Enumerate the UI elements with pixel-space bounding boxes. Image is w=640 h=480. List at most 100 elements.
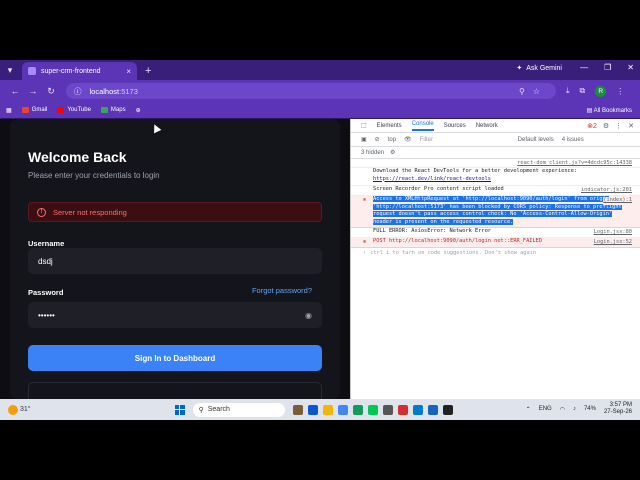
browser-tab[interactable]: super-crm-frontend × [22, 62, 137, 80]
taskbar: 31° ⚲ Search ⌃ ENG ◠ ♪ 74% 3:57 PM 27-Se… [0, 399, 640, 420]
inspect-icon[interactable]: ⬚ [361, 122, 367, 129]
toolbar-right: ⤓ ⧉ R ⋮ [566, 85, 624, 97]
address-bar[interactable]: ⓘ localhost:5173 ⚲☆ [66, 83, 556, 99]
log-source[interactable]: react-dom_client.js?v=4dcdc95c:14338 [517, 160, 632, 168]
context-select[interactable]: top [388, 137, 396, 143]
app-icon[interactable] [382, 404, 393, 415]
app-icon[interactable] [292, 404, 303, 415]
settings-gear-icon[interactable]: ⚙ [603, 122, 609, 130]
prompt-hint: ctrl i to turn on code suggestions. Don'… [370, 250, 537, 256]
console-toolbar: ▣ ⊘ top 👁 Filter Default levels 4 issues [351, 133, 640, 147]
app-icon[interactable] [442, 404, 453, 415]
url-host: localhost [89, 86, 120, 96]
chrome-icon[interactable] [337, 404, 348, 415]
close-tab-icon[interactable]: × [126, 67, 131, 76]
taskbar-apps [292, 404, 453, 415]
bookmarks-bar: ▦ Gmail YouTube Maps ⊕ ▤ All Bookmarks [0, 102, 640, 118]
menu-kebab-icon[interactable]: ⋮ [616, 87, 624, 96]
language-indicator[interactable]: ENG [539, 406, 552, 412]
close-window-icon[interactable]: ✕ [627, 63, 634, 72]
app-icon[interactable] [352, 404, 363, 415]
tab-elements[interactable]: Elements [377, 123, 402, 129]
clear-console-icon[interactable]: ⊘ [375, 136, 380, 143]
gemini-icon: ✦ [516, 65, 523, 72]
password-field[interactable]: •••••• ◉ [28, 302, 322, 328]
bookmark-maps[interactable]: Maps [100, 107, 126, 113]
windows-start-icon[interactable] [174, 404, 185, 415]
tab-console[interactable]: Console [411, 121, 434, 131]
log-source[interactable]: Login.jsx:80 [594, 229, 632, 237]
profile-avatar[interactable]: R [595, 85, 607, 97]
new-tab-button[interactable]: + [145, 62, 151, 80]
app-icon[interactable] [397, 404, 408, 415]
username-field[interactable]: dsdj [28, 248, 322, 274]
bookmark-youtube[interactable]: YouTube [57, 107, 91, 113]
search-icon: ⚲ [198, 406, 204, 414]
reload-icon[interactable]: ↻ [42, 86, 60, 97]
log-source[interactable]: Login.jsx:52 [594, 239, 632, 247]
log-link[interactable]: https://react.dev/link/react-devtools [373, 176, 632, 184]
screen: ▾ super-crm-frontend × + ✦ Ask Gemini — … [0, 60, 640, 420]
filter-input[interactable]: Filter [420, 137, 510, 143]
more-icon[interactable]: ⋮ [615, 122, 622, 130]
console-prompt[interactable]: › ctrl i to turn on code suggestions. Do… [351, 248, 640, 258]
download-icon[interactable]: ⤓ [566, 86, 570, 96]
youtube-icon [57, 107, 65, 113]
app-icon[interactable] [427, 404, 438, 415]
tab-network[interactable]: Network [476, 123, 498, 129]
minimize-icon[interactable]: — [580, 63, 588, 72]
console-settings-icon[interactable]: ⚙ [390, 149, 395, 156]
tray-chevron-icon[interactable]: ⌃ [526, 406, 531, 413]
app-icon[interactable] [307, 404, 318, 415]
taskbar-search[interactable]: ⚲ Search [192, 402, 285, 417]
console-log: Download the React DevTools for a better… [351, 168, 640, 186]
wifi-icon[interactable]: ◠ [560, 406, 565, 413]
temperature: 31° [20, 406, 31, 413]
tab-search-icon[interactable]: ▾ [0, 60, 20, 80]
password-label: Password [28, 288, 64, 297]
log-text: FULL ERROR: AxiosError: Network Error [373, 228, 491, 234]
error-message: Server not responding [53, 207, 127, 217]
browser-toolbar: ← → ↻ ⓘ localhost:5173 ⚲☆ ⤓ ⧉ R ⋮ [0, 80, 640, 102]
tab-favicon-icon [28, 67, 36, 75]
log-text: POST http://localhost:9090/auth/login ne… [373, 238, 543, 244]
weather-widget[interactable]: 31° [8, 404, 31, 415]
levels-select[interactable]: Default levels [518, 137, 554, 143]
gmail-icon [21, 107, 29, 113]
sun-icon [8, 404, 18, 415]
app-icon[interactable] [367, 404, 378, 415]
sign-in-button[interactable]: Sign In to Dashboard [28, 345, 322, 371]
forgot-password-link[interactable]: Forgot password? [252, 286, 312, 295]
tab-title: super-crm-frontend [41, 67, 101, 75]
tab-sources[interactable]: Sources [444, 123, 466, 129]
log-text: Access to XMLHttpRequest at 'http://loca… [373, 196, 622, 225]
bookmark-star-icon[interactable]: ⚲☆ [519, 87, 548, 96]
battery-level[interactable]: 74% [584, 406, 596, 412]
vscode-icon[interactable] [412, 404, 423, 415]
error-count-badge[interactable]: ⊗2 [587, 122, 597, 130]
eye-icon[interactable]: 👁 [404, 136, 412, 143]
apps-grid-icon[interactable]: ▦ [6, 107, 12, 114]
forward-icon[interactable]: → [24, 86, 42, 96]
all-bookmarks[interactable]: ▤ All Bookmarks [587, 107, 632, 114]
folder-icon[interactable] [322, 404, 333, 415]
issues-count[interactable]: 4 issues [562, 137, 584, 143]
bookmark-label: Gmail [31, 107, 48, 113]
log-source[interactable]: (index):1 [603, 197, 632, 205]
globe-icon[interactable]: ⊕ [136, 107, 141, 114]
restore-icon[interactable]: ❐ [604, 63, 611, 72]
maps-icon [100, 107, 108, 113]
username-label: Username [28, 239, 65, 248]
extensions-icon[interactable]: ⧉ [580, 86, 586, 96]
bookmark-gmail[interactable]: Gmail [21, 107, 48, 113]
sidebar-toggle-icon[interactable]: ▣ [361, 136, 367, 143]
secondary-button[interactable] [28, 382, 322, 399]
show-password-eye-icon[interactable]: ◉ [305, 311, 312, 320]
back-icon[interactable]: ← [6, 86, 24, 96]
volume-icon[interactable]: ♪ [573, 406, 576, 412]
log-source[interactable]: indicator.js:201 [581, 187, 632, 195]
clock[interactable]: 3:57 PM 27-Sep-26 [604, 402, 632, 416]
ask-gemini-button[interactable]: ✦ Ask Gemini [516, 64, 562, 73]
close-devtools-icon[interactable]: ✕ [628, 122, 634, 130]
site-info-icon[interactable]: ⓘ [74, 86, 82, 97]
